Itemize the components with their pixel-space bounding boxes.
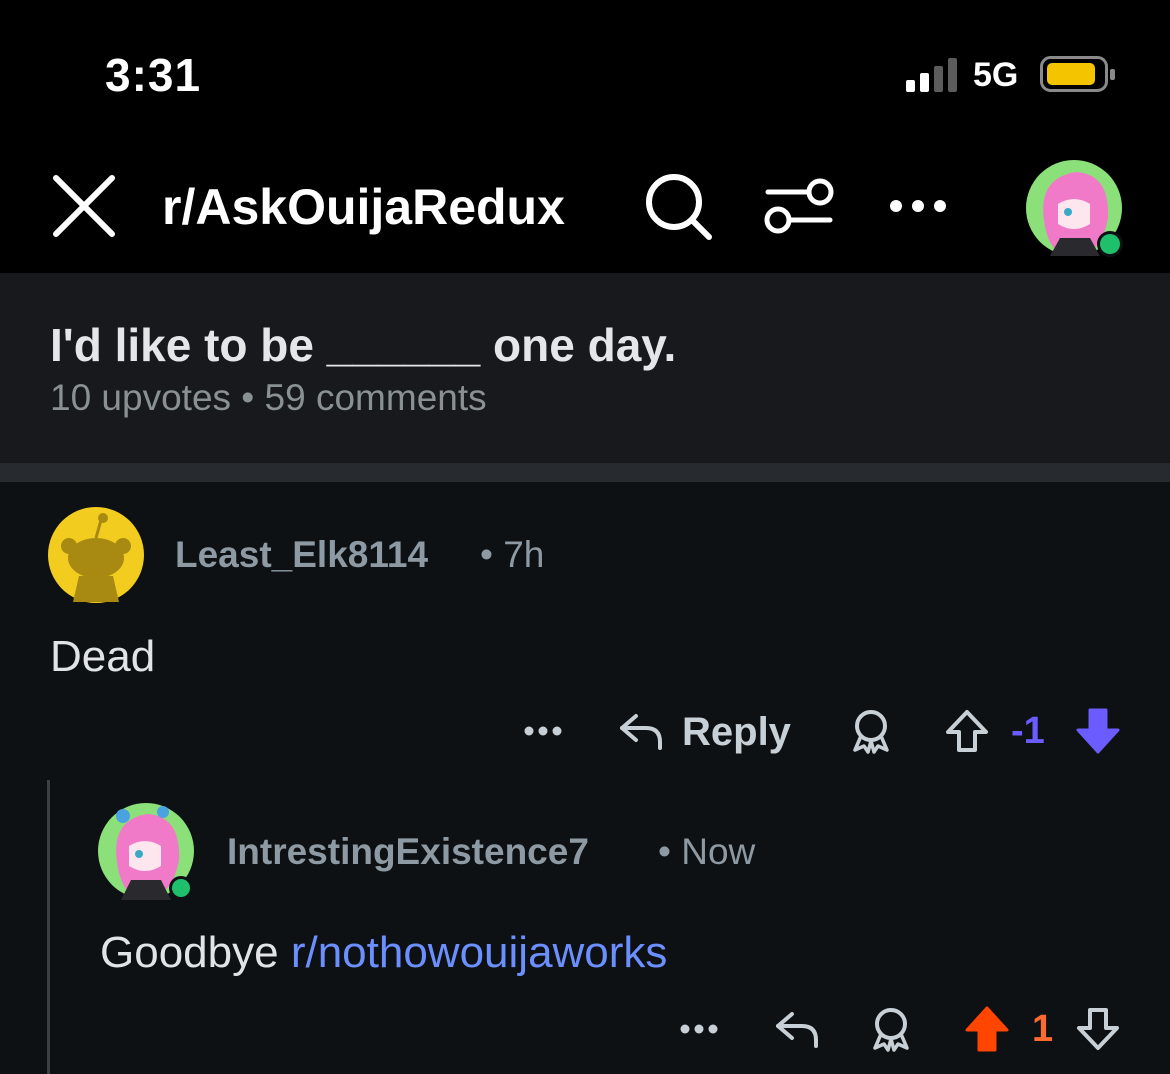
comment-time: • Now <box>658 831 756 872</box>
filter-icon[interactable] <box>764 176 834 236</box>
vote-score: -1 <box>1011 710 1045 752</box>
close-icon[interactable] <box>50 172 118 240</box>
search-icon[interactable] <box>644 172 714 242</box>
snoo-avatar[interactable] <box>47 506 145 604</box>
post-title[interactable]: I'd like to be ______ one day. <box>50 318 676 372</box>
comment-body: Dead <box>50 632 156 681</box>
section-divider <box>0 463 1170 482</box>
network-type: 5G <box>973 56 1019 94</box>
upvote-icon[interactable] <box>964 1004 1010 1054</box>
comment-author[interactable]: Least_Elk8114 <box>175 534 428 576</box>
reply-icon[interactable] <box>774 1006 820 1052</box>
subreddit-link[interactable]: r/nothowouijaworks <box>291 928 668 977</box>
more-options-icon[interactable] <box>678 1020 720 1038</box>
downvote-icon[interactable] <box>1075 706 1121 756</box>
comment-text: Goodbye <box>100 928 291 977</box>
user-avatar[interactable] <box>1024 158 1126 260</box>
cellular-signal-icon <box>906 58 957 92</box>
upvote-icon[interactable] <box>944 708 990 754</box>
vote-score: 1 <box>1032 1008 1054 1050</box>
comment-author[interactable]: IntrestingExistence7 <box>227 831 589 873</box>
thread-line[interactable] <box>47 780 50 1074</box>
award-icon[interactable] <box>848 708 894 754</box>
battery-icon <box>1040 56 1115 92</box>
user-avatar[interactable] <box>97 802 197 902</box>
subreddit-name[interactable]: r/AskOuijaRedux <box>162 178 565 236</box>
award-icon[interactable] <box>868 1006 914 1052</box>
status-time: 3:31 <box>105 49 202 101</box>
reply-icon[interactable] <box>618 708 664 754</box>
more-icon[interactable] <box>886 196 950 216</box>
post-meta: 10 upvotes • 59 comments <box>50 377 487 418</box>
downvote-icon[interactable] <box>1075 1006 1121 1052</box>
comment-body: Goodbye r/nothowouijaworks <box>100 928 667 978</box>
comment-time: • 7h <box>480 534 545 575</box>
reply-button[interactable]: Reply <box>682 710 791 755</box>
more-options-icon[interactable] <box>522 722 564 740</box>
